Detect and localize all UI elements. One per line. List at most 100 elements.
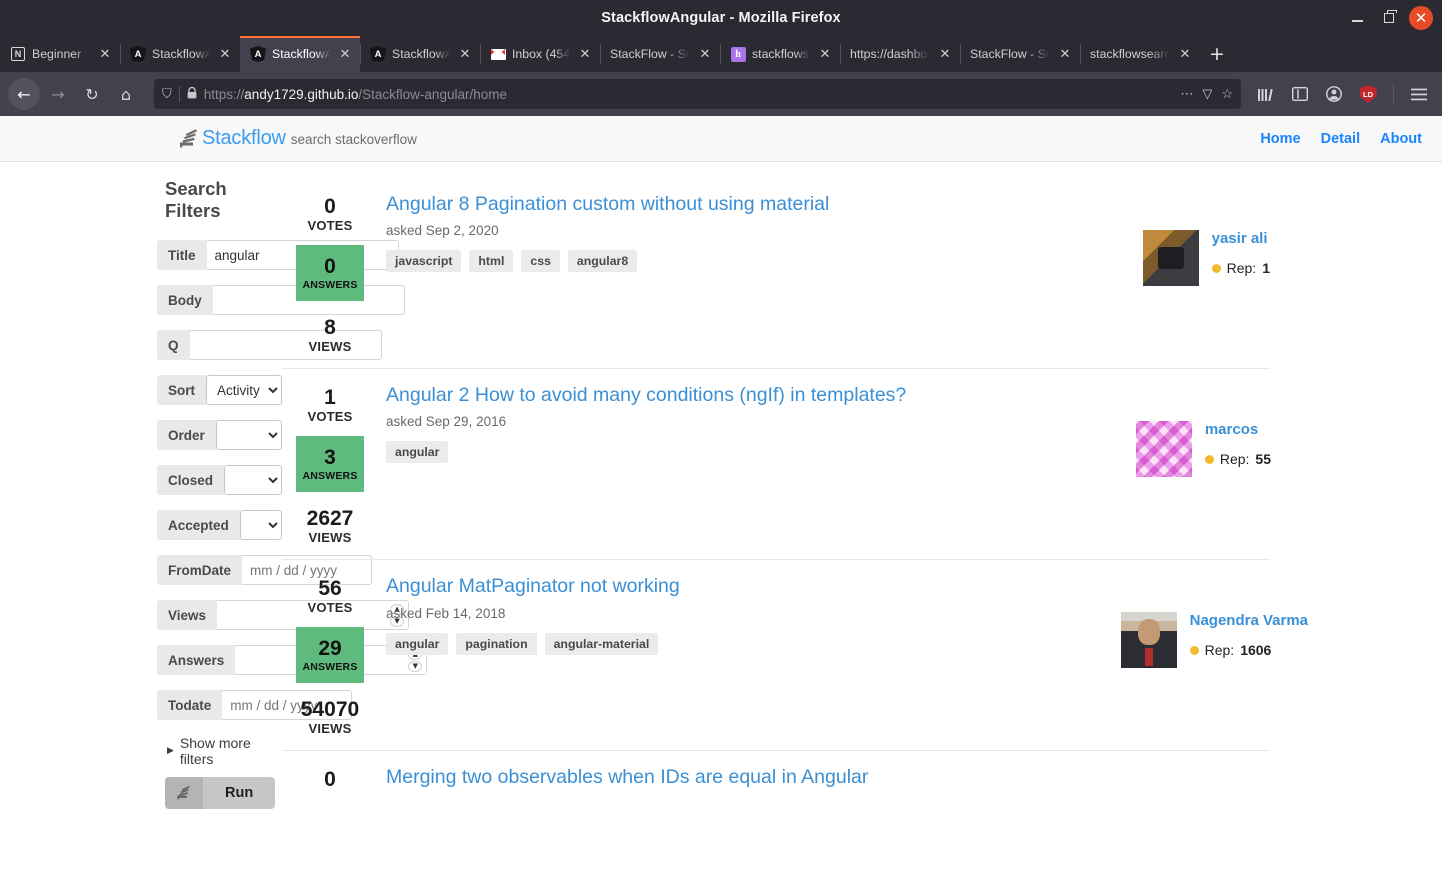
forward-button[interactable]: → bbox=[42, 78, 74, 110]
back-button[interactable]: ← bbox=[8, 78, 40, 110]
tag[interactable]: css bbox=[521, 250, 560, 273]
brand[interactable]: Stackflow search stackoverflow bbox=[178, 127, 417, 150]
result-title-link[interactable]: Merging two observables when IDs are equ… bbox=[386, 765, 1270, 789]
avatar[interactable] bbox=[1142, 230, 1199, 286]
tag[interactable]: angular bbox=[386, 632, 449, 655]
url-bar[interactable]: ⛉ https://andy1729.github.io/Stackflow-a… bbox=[154, 79, 1241, 109]
browser-tab[interactable]: A StackflowAngular ✕ bbox=[360, 36, 480, 72]
bookmark-star-icon[interactable]: ☆ bbox=[1221, 86, 1233, 102]
tab-close-icon[interactable]: ✕ bbox=[937, 47, 953, 62]
tab-close-icon[interactable]: ✕ bbox=[817, 47, 833, 62]
app-menu-button[interactable] bbox=[1404, 79, 1434, 109]
browser-tab[interactable]: stackflowsearch ✕ bbox=[1080, 36, 1200, 72]
tab-close-icon[interactable]: ✕ bbox=[457, 47, 473, 62]
notion-icon: N bbox=[11, 47, 25, 61]
filter-select-order[interactable] bbox=[215, 420, 282, 450]
result-body: Merging two observables when IDs are equ… bbox=[378, 759, 1270, 797]
tab-close-icon[interactable]: ✕ bbox=[337, 47, 353, 62]
tag[interactable]: angular8 bbox=[567, 250, 638, 273]
avatar[interactable] bbox=[1135, 421, 1192, 478]
author-name-link[interactable]: yasir ali bbox=[1212, 230, 1268, 247]
filter-label-fromdate: FromDate bbox=[157, 555, 243, 585]
heroku-icon: h bbox=[730, 46, 746, 62]
maximize-button[interactable] bbox=[1374, 3, 1404, 33]
result-body: Angular 8 Pagination custom without usin… bbox=[378, 186, 1270, 354]
tag[interactable]: html bbox=[469, 250, 514, 273]
angular-icon: A bbox=[130, 46, 146, 62]
tag[interactable]: pagination bbox=[456, 632, 537, 655]
navigation-toolbar: ← → ↻ ⌂ ⛉ https://andy1729.github.io/Sta… bbox=[0, 72, 1442, 116]
author-name-link[interactable]: Nagendra Varma bbox=[1190, 612, 1308, 629]
tab-close-icon[interactable]: ✕ bbox=[577, 47, 593, 62]
url-text[interactable]: https://andy1729.github.io/Stackflow-ang… bbox=[204, 87, 1174, 102]
author-info: yasir ali Rep: 1 bbox=[1211, 230, 1270, 276]
tab-close-icon[interactable]: ✕ bbox=[97, 47, 113, 62]
tab-close-icon[interactable]: ✕ bbox=[1177, 47, 1193, 62]
views-label: VIEWS bbox=[308, 339, 352, 355]
new-tab-button[interactable]: + bbox=[1200, 36, 1234, 72]
window-title: StackflowAngular - Mozilla Firefox bbox=[601, 10, 841, 26]
result-title-link[interactable]: Angular 2 How to avoid many conditions (… bbox=[386, 383, 1270, 407]
run-stack-icon bbox=[165, 777, 203, 809]
search-result-item: 0 Merging two observables when IDs are eq… bbox=[282, 751, 1270, 811]
result-title-link[interactable]: Angular 8 Pagination custom without usin… bbox=[386, 192, 1270, 216]
url-protocol: https:// bbox=[203, 86, 245, 102]
browser-tab[interactable]: https://dashboard ✕ bbox=[840, 36, 960, 72]
pocket-icon[interactable]: ▽ bbox=[1202, 86, 1212, 102]
filter-select-sort[interactable]: Activity bbox=[206, 375, 282, 405]
answers-badge: 3 ANSWERS bbox=[296, 436, 364, 493]
tag[interactable]: angular-material bbox=[544, 632, 659, 655]
brand-tagline: search stackoverflow bbox=[290, 132, 417, 147]
tag[interactable]: angular bbox=[386, 441, 449, 464]
reload-button[interactable]: ↻ bbox=[76, 78, 108, 110]
browser-tab[interactable]: h stackflowsearch ✕ bbox=[720, 36, 840, 72]
tab-label: Beginner bbox=[32, 47, 82, 61]
run-button[interactable]: Run bbox=[165, 777, 276, 809]
minimize-button[interactable] bbox=[1342, 3, 1372, 33]
answers-count: 3 bbox=[324, 445, 336, 469]
filter-label-todate: Todate bbox=[157, 690, 223, 720]
filter-select-closed[interactable] bbox=[224, 465, 282, 495]
browser-tab[interactable]: StackFlow - Search ✕ bbox=[960, 36, 1080, 72]
views-count: 8 bbox=[324, 316, 336, 340]
home-button[interactable]: ⌂ bbox=[110, 78, 142, 110]
browser-tab[interactable]: Inbox (454) ✕ bbox=[480, 36, 600, 72]
page-actions-icon[interactable]: ⋯ bbox=[1180, 86, 1193, 102]
account-icon[interactable] bbox=[1319, 79, 1349, 109]
search-filters-title: Search Filters bbox=[165, 178, 227, 221]
nav-link-about[interactable]: About bbox=[1380, 131, 1422, 147]
tab-close-icon[interactable]: ✕ bbox=[1057, 47, 1073, 62]
tab-close-icon[interactable]: ✕ bbox=[217, 47, 233, 62]
angular-icon: A bbox=[370, 46, 386, 62]
filter-select-accepted[interactable] bbox=[239, 510, 282, 540]
browser-tab[interactable]: StackFlow - Search ✕ bbox=[600, 36, 720, 72]
notion-icon: N bbox=[10, 46, 26, 62]
stack-logo-icon bbox=[178, 128, 200, 150]
views-block: 2627 VIEWS bbox=[307, 508, 354, 546]
answers-label: ANSWERS bbox=[302, 469, 358, 482]
result-title-link[interactable]: Angular MatPaginator not working bbox=[386, 574, 1270, 598]
title-bar: StackflowAngular - Mozilla Firefox ✕ bbox=[0, 0, 1442, 36]
library-icon[interactable] bbox=[1251, 79, 1281, 109]
browser-tab[interactable]: A StackflowAngular ✕ bbox=[240, 36, 360, 72]
search-results-list: 0 VOTES 0 ANSWERS 8 VIEWS Angular 8 Pagination… bbox=[282, 178, 1442, 811]
filter-label-q: Q bbox=[157, 330, 190, 360]
result-stats: 56 VOTES 29 ANSWERS 54070 VIEWS bbox=[282, 568, 378, 736]
reputation-value: 1 bbox=[1262, 260, 1270, 276]
nav-link-home[interactable]: Home bbox=[1260, 131, 1300, 147]
tab-label: stackflowsearch bbox=[1090, 47, 1171, 61]
tag[interactable]: javascript bbox=[386, 250, 462, 273]
avatar[interactable] bbox=[1120, 612, 1177, 669]
filter-label-sort: Sort bbox=[157, 375, 206, 405]
browser-tab[interactable]: A StackflowAngular ✕ bbox=[120, 36, 240, 72]
tracking-protection-icon[interactable]: ⛉ bbox=[162, 86, 172, 102]
author-name-link[interactable]: marcos bbox=[1205, 421, 1258, 438]
close-window-button[interactable]: ✕ bbox=[1406, 3, 1436, 33]
chevron-right-icon: ▶ bbox=[167, 746, 174, 756]
browser-tab[interactable]: N Beginner ✕ bbox=[0, 36, 120, 72]
show-more-filters-toggle[interactable]: ▶ Show more filters bbox=[167, 735, 282, 767]
sidebar-toggle-icon[interactable] bbox=[1285, 79, 1315, 109]
nav-link-detail[interactable]: Detail bbox=[1321, 131, 1361, 147]
extension-shield-icon[interactable]: LD bbox=[1353, 79, 1383, 109]
tab-close-icon[interactable]: ✕ bbox=[697, 47, 713, 62]
